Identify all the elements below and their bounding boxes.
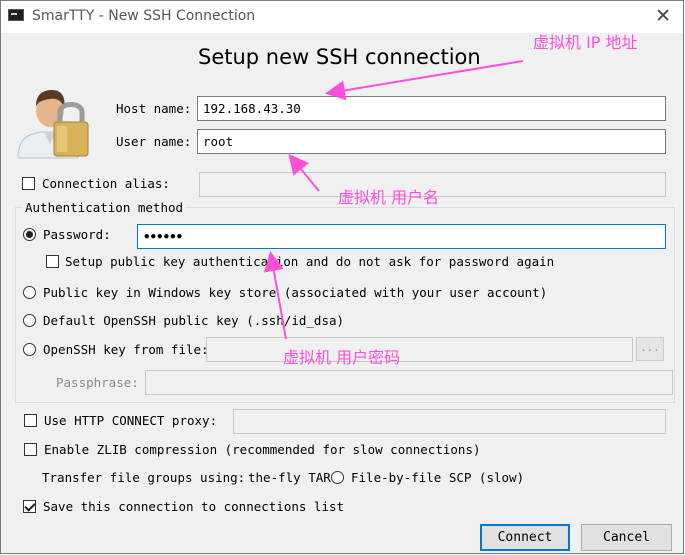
auth-group-label: Authentication method <box>23 200 186 215</box>
http-proxy-input[interactable] <box>233 409 666 434</box>
transfer-label: Transfer file groups using: <box>42 470 246 485</box>
user-label: User name: <box>116 134 192 149</box>
annotation-password: 虚拟机 用户密码 <box>283 348 401 367</box>
http-proxy-label: Use HTTP CONNECT proxy: <box>44 413 218 428</box>
alias-checkbox[interactable] <box>22 177 35 190</box>
save-connection-checkbox[interactable] <box>23 500 36 513</box>
host-label: Host name: <box>116 101 192 116</box>
annotation-username: 虚拟机 用户名 <box>338 188 440 207</box>
alias-label: Connection alias: <box>42 176 170 191</box>
zlib-checkbox[interactable] <box>24 443 37 456</box>
openssh-file-radio[interactable] <box>23 343 36 356</box>
browse-button[interactable]: ... <box>636 337 664 361</box>
user-input[interactable]: root <box>197 129 666 154</box>
openssh-file-label: OpenSSH key from file: <box>43 342 209 357</box>
save-connection-label: Save this connection to connections list <box>43 499 345 514</box>
dialog-window: SmarTTY - New SSH Connection ✕ Setup new… <box>0 0 684 554</box>
page-title: Setup new SSH connection <box>198 45 481 69</box>
http-proxy-checkbox[interactable] <box>24 414 37 427</box>
window-title: SmarTTY - New SSH Connection <box>32 8 256 24</box>
password-input[interactable]: •••••• <box>137 224 666 249</box>
file-by-file-radio[interactable] <box>331 471 344 484</box>
default-openssh-radio[interactable] <box>23 314 36 327</box>
host-input[interactable]: 192.168.43.30 <box>197 96 666 121</box>
user-lock-icon <box>17 90 89 159</box>
annotation-ip: 虚拟机 IP 地址 <box>533 33 638 52</box>
terminal-icon <box>8 9 24 21</box>
setup-pubkey-label: Setup public key authentication and do n… <box>65 254 555 269</box>
cancel-button[interactable]: Cancel <box>581 524 672 551</box>
password-label: Password: <box>43 227 111 242</box>
password-radio[interactable] <box>23 228 36 241</box>
passphrase-label: Passphrase: <box>56 375 139 390</box>
setup-pubkey-checkbox[interactable] <box>46 255 59 268</box>
transfer-option-filebyfile: File-by-file SCP (slow) <box>351 470 525 485</box>
windows-key-radio[interactable] <box>23 286 36 299</box>
transfer-option-onthefly[interactable]: the-fly TAR <box>248 470 331 485</box>
passphrase-input[interactable] <box>145 370 673 395</box>
connect-button[interactable]: Connect <box>480 524 570 551</box>
zlib-label: Enable ZLIB compression (recommended for… <box>44 442 481 457</box>
openssh-file-input[interactable] <box>206 337 633 362</box>
default-openssh-label: Default OpenSSH public key (.ssh/id_dsa) <box>43 313 345 328</box>
windows-key-label: Public key in Windows key store (associa… <box>43 285 548 300</box>
close-icon[interactable]: ✕ <box>655 5 671 27</box>
